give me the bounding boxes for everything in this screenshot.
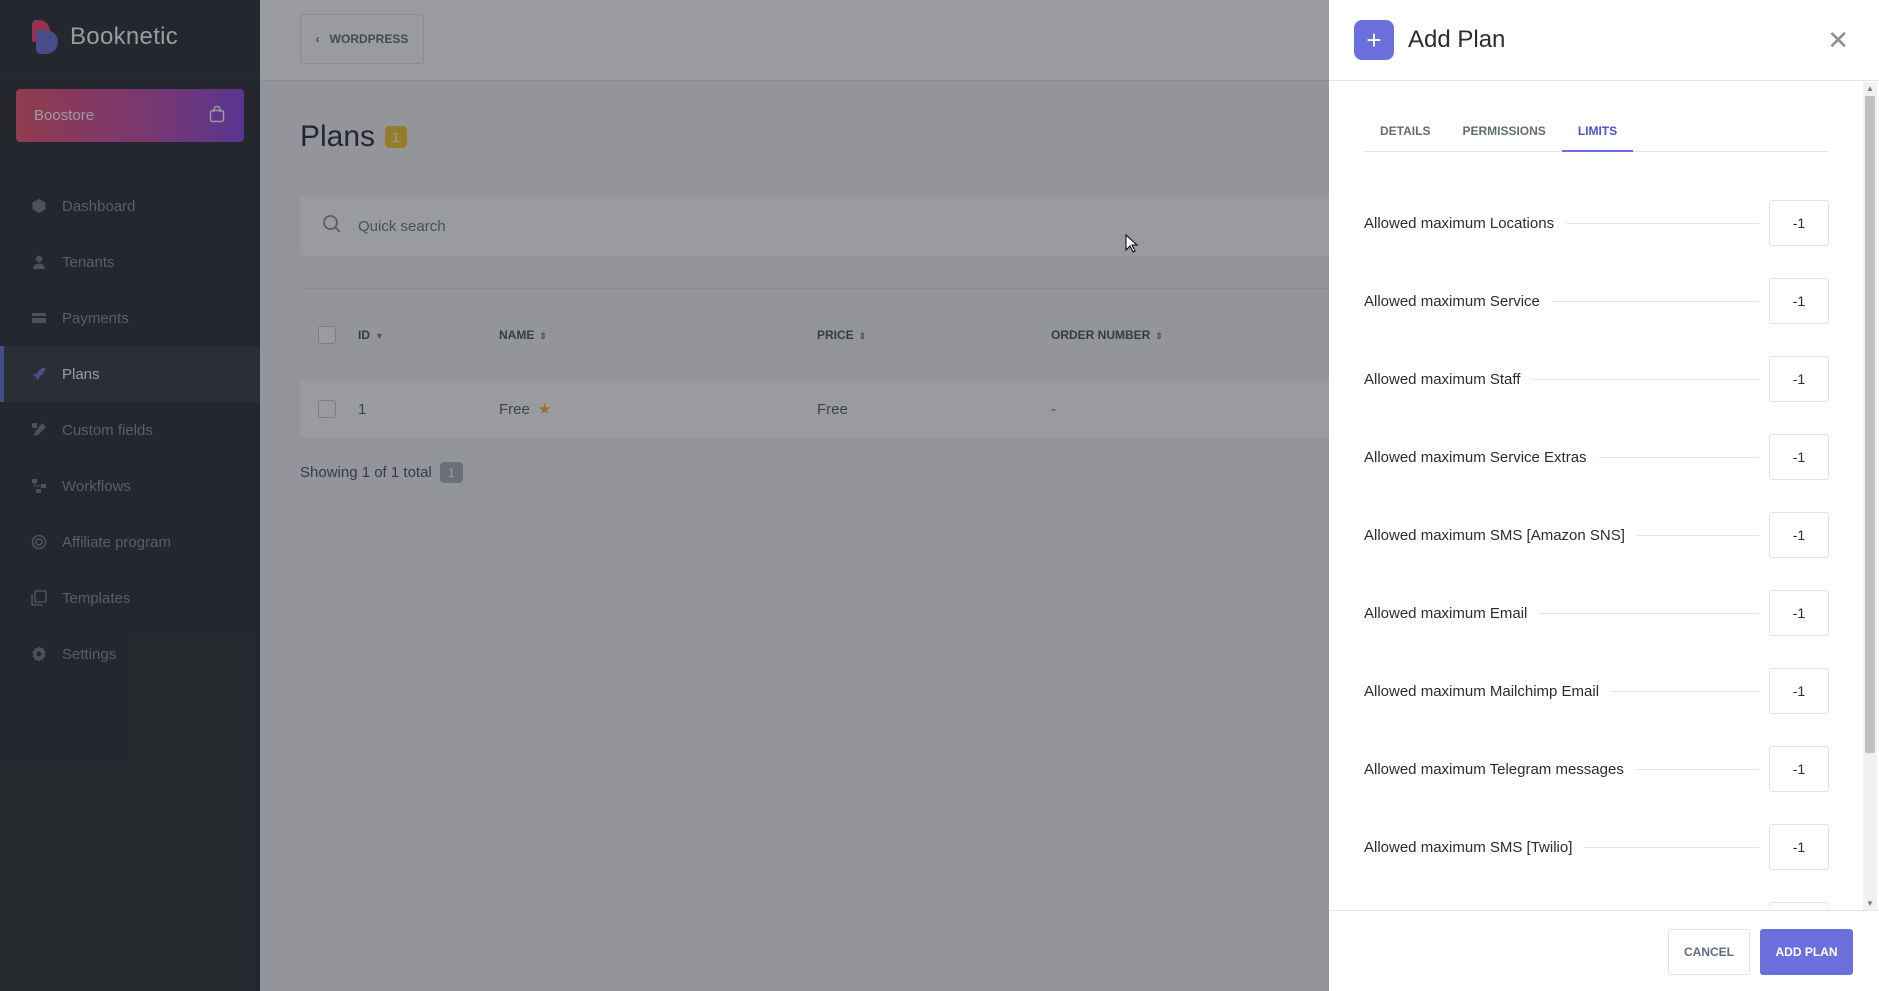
- scroll-up-icon[interactable]: ▲: [1863, 84, 1877, 93]
- limit-label: Allowed maximum SMS [Amazon SNS]: [1364, 526, 1625, 544]
- limit-input[interactable]: -1: [1769, 434, 1829, 480]
- drawer-footer: CANCEL ADD PLAN: [1329, 910, 1879, 991]
- limits-list: Allowed maximum Locations -1 Allowed maxi…: [1364, 200, 1829, 906]
- limit-label: Allowed maximum Email: [1364, 604, 1528, 622]
- limit-input[interactable]: -1: [1769, 746, 1829, 792]
- limit-input[interactable]: [1769, 902, 1829, 906]
- tab-permissions[interactable]: PERMISSIONS: [1446, 116, 1561, 152]
- drawer-header: + Add Plan ✕: [1329, 0, 1879, 81]
- limit-row: Allowed maximum SMS [Twilio] -1: [1364, 824, 1829, 902]
- limit-input[interactable]: -1: [1769, 824, 1829, 870]
- limit-row: Allowed maximum Service -1: [1364, 278, 1829, 356]
- mouse-cursor-icon: [1125, 234, 1139, 253]
- scroll-down-icon[interactable]: ▼: [1863, 899, 1877, 908]
- limit-row: Allowed maximum Email -1: [1364, 590, 1829, 668]
- limit-row: Allowed maximum Telegram messages -1: [1364, 746, 1829, 824]
- limit-row: Allowed maximum Locations -1: [1364, 200, 1829, 278]
- scroll-thumb[interactable]: [1865, 96, 1875, 753]
- limit-label: Allowed maximum Staff: [1364, 370, 1521, 388]
- limit-label: Allowed maximum Service Extras: [1364, 448, 1587, 466]
- add-plan-button[interactable]: ADD PLAN: [1760, 929, 1853, 975]
- limit-row: Allowed maximum Mailchimp Email -1: [1364, 668, 1829, 746]
- add-plan-drawer: + Add Plan ✕ DETAILS PERMISSIONS LIMITS …: [1329, 0, 1879, 991]
- limit-row-partial: [1364, 902, 1829, 906]
- limit-row: Allowed maximum Staff -1: [1364, 356, 1829, 434]
- tab-limits[interactable]: LIMITS: [1561, 116, 1634, 152]
- drawer-tabs: DETAILS PERMISSIONS LIMITS: [1364, 116, 1829, 152]
- limit-label: Allowed maximum Locations: [1364, 214, 1555, 232]
- limit-input[interactable]: -1: [1769, 590, 1829, 636]
- limit-row: Allowed maximum SMS [Amazon SNS] -1: [1364, 512, 1829, 590]
- limit-label: Allowed maximum Service: [1364, 292, 1540, 310]
- close-icon[interactable]: ✕: [1827, 25, 1849, 56]
- limit-input[interactable]: -1: [1769, 356, 1829, 402]
- limit-input[interactable]: -1: [1769, 200, 1829, 246]
- plus-icon: +: [1354, 20, 1394, 60]
- limit-label: Allowed maximum Telegram messages: [1364, 760, 1624, 778]
- limit-input[interactable]: -1: [1769, 278, 1829, 324]
- limit-row: Allowed maximum Service Extras -1: [1364, 434, 1829, 512]
- limit-label: Allowed maximum SMS [Twilio]: [1364, 838, 1573, 856]
- limit-input[interactable]: -1: [1769, 668, 1829, 714]
- limit-input[interactable]: -1: [1769, 512, 1829, 558]
- drawer-title: Add Plan: [1408, 26, 1506, 53]
- limit-label: Allowed maximum Mailchimp Email: [1364, 682, 1600, 700]
- tab-details[interactable]: DETAILS: [1364, 116, 1446, 152]
- drawer-scrollbar[interactable]: ▲ ▼: [1863, 82, 1877, 910]
- cancel-button[interactable]: CANCEL: [1668, 929, 1750, 975]
